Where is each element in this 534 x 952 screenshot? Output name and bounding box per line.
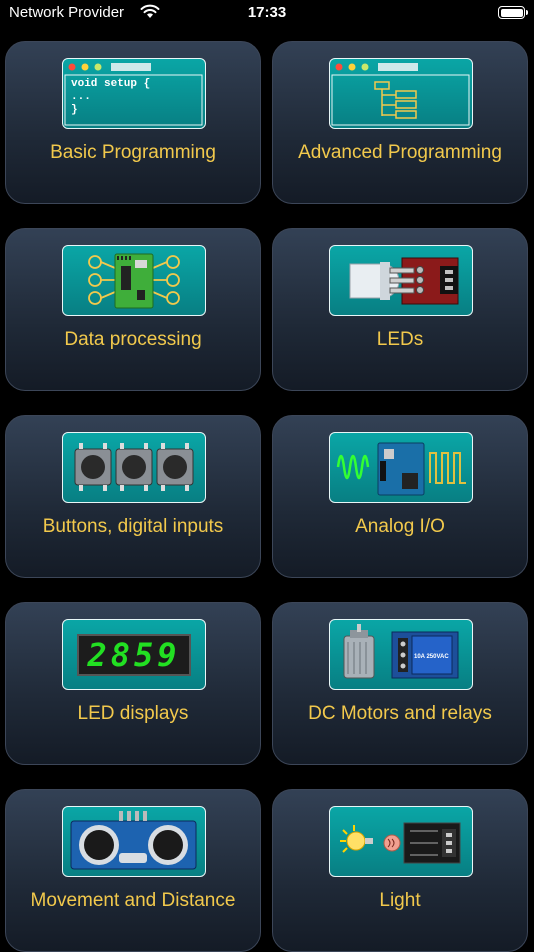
category-card-advanced-programming[interactable]: Advanced Programming bbox=[272, 41, 528, 204]
category-label: LED displays bbox=[77, 703, 189, 724]
push-buttons-icon bbox=[62, 432, 206, 503]
category-label: Movement and Distance bbox=[30, 890, 236, 911]
category-label: Analog I/O bbox=[355, 516, 445, 537]
category-card-movement-distance[interactable]: Movement and Distance bbox=[5, 789, 261, 952]
light-sensor-icon bbox=[329, 806, 473, 877]
category-grid: void setup { ... } Basic Programming Adv… bbox=[0, 0, 534, 952]
category-card-leds[interactable]: LEDs bbox=[272, 228, 528, 391]
category-label: Buttons, digital inputs bbox=[42, 516, 224, 537]
circuit-board-icon bbox=[62, 245, 206, 316]
analog-signals-icon bbox=[329, 432, 473, 503]
relay-rating: 10A 250VAC bbox=[414, 654, 449, 660]
category-card-buttons[interactable]: Buttons, digital inputs bbox=[5, 415, 261, 578]
category-card-analog-io[interactable]: Analog I/O bbox=[272, 415, 528, 578]
category-label: Advanced Programming bbox=[298, 142, 502, 163]
category-label: Basic Programming bbox=[50, 142, 216, 163]
flowchart-window-icon bbox=[329, 58, 473, 129]
category-label: DC Motors and relays bbox=[308, 703, 492, 724]
category-card-led-displays[interactable]: 2859 LED displays bbox=[5, 602, 261, 765]
code-line-1: void setup { bbox=[71, 78, 151, 90]
category-label: Light bbox=[379, 890, 421, 911]
category-card-basic-programming[interactable]: void setup { ... } Basic Programming bbox=[5, 41, 261, 204]
code-line-2: ... bbox=[71, 91, 91, 103]
category-label: Data processing bbox=[64, 329, 202, 350]
category-card-light[interactable]: Light bbox=[272, 789, 528, 952]
display-digits: 2859 bbox=[87, 636, 181, 674]
ultrasonic-sensor-icon bbox=[62, 806, 206, 877]
category-label: LEDs bbox=[376, 329, 424, 350]
seven-segment-display-icon: 2859 bbox=[62, 619, 206, 690]
code-window-icon: void setup { ... } bbox=[62, 58, 206, 129]
motor-relay-icon: 10A 250VAC bbox=[329, 619, 473, 690]
category-card-dc-motors-relays[interactable]: 10A 250VAC DC Motors and relays bbox=[272, 602, 528, 765]
category-card-data-processing[interactable]: Data processing bbox=[5, 228, 261, 391]
code-line-3: } bbox=[71, 104, 78, 116]
led-module-icon bbox=[329, 245, 473, 316]
